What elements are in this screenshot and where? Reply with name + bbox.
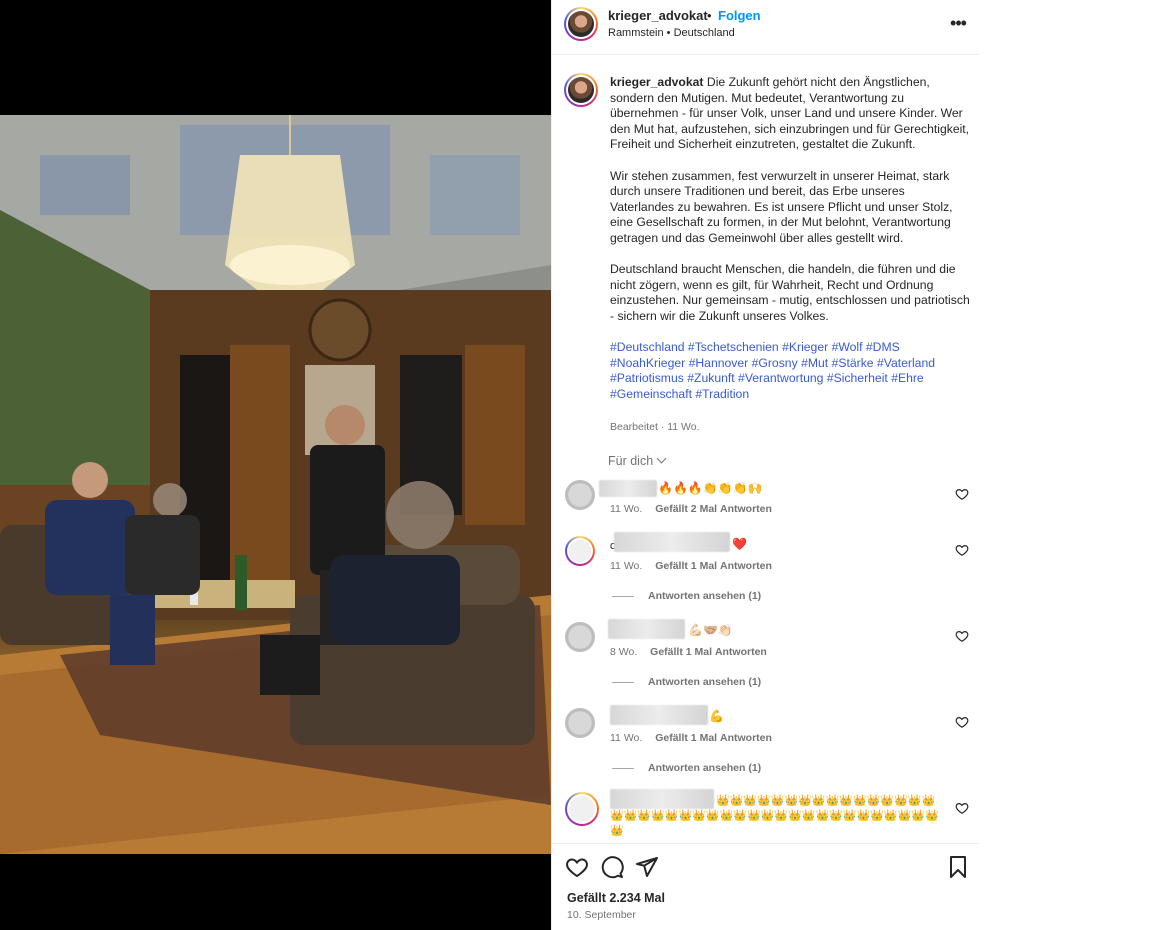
caption-username[interactable]: krieger_advokat xyxy=(610,75,704,89)
hashtag-link[interactable]: #Zukunft xyxy=(687,371,734,385)
save-bookmark-icon[interactable] xyxy=(946,855,970,879)
hashtag-link[interactable]: #Hannover xyxy=(689,356,749,370)
comment-likes-count[interactable]: Gefällt 1 Mal xyxy=(650,646,712,658)
comment-likes-count[interactable]: Gefällt 1 Mal xyxy=(655,732,717,744)
like-heart-icon[interactable] xyxy=(565,855,589,879)
hashtag-link[interactable]: #Vaterland xyxy=(877,356,935,370)
hashtag-link[interactable]: #Deutschland xyxy=(610,340,685,354)
view-replies-link[interactable]: Antworten ansehen (1) xyxy=(612,762,761,774)
blurred-username xyxy=(608,619,685,639)
view-replies-link[interactable]: Antworten ansehen (1) xyxy=(612,676,761,688)
reply-button[interactable]: Antworten xyxy=(720,503,772,515)
comment-time: 11 Wo. xyxy=(610,560,643,572)
view-replies-label: Antworten ansehen (1) xyxy=(648,762,762,774)
commenter-avatar[interactable] xyxy=(565,792,599,826)
comment-time: 8 Wo. xyxy=(610,646,638,658)
hashtag-link[interactable]: #Patriotismus xyxy=(610,371,684,385)
photo-illustration xyxy=(0,115,551,854)
hashtag-link[interactable]: #Wolf xyxy=(832,340,863,354)
hashtag-link[interactable]: #Grosny xyxy=(752,356,798,370)
commenter-avatar[interactable] xyxy=(565,622,595,652)
hashtag-link[interactable]: #Tschetschenien xyxy=(688,340,779,354)
caption-hashtags: #Deutschland #Tschetschenien #Krieger #W… xyxy=(610,340,970,402)
hashtag-link[interactable]: #DMS xyxy=(866,340,900,354)
follow-button[interactable]: Folgen xyxy=(718,8,761,23)
reply-button[interactable]: Antworten xyxy=(720,732,772,744)
commenter-avatar[interactable] xyxy=(565,708,595,738)
post-likes-count[interactable]: Gefällt 2.234 Mal xyxy=(567,891,665,905)
comment-meta: 8 Wo. Gefällt 1 Mal Antworten xyxy=(610,646,767,658)
post-caption: krieger_advokat Die Zukunft gehört nicht… xyxy=(610,75,970,418)
like-comment-heart-icon[interactable] xyxy=(955,487,969,501)
comment-meta: 11 Wo. Gefällt 1 Mal Antworten xyxy=(610,732,772,744)
post-photo[interactable] xyxy=(0,115,551,854)
comment-time: 11 Wo. xyxy=(610,503,643,515)
post-header: krieger_advokat • Folgen Rammstein • Deu… xyxy=(552,0,980,55)
like-comment-heart-icon[interactable] xyxy=(955,629,969,643)
like-comment-heart-icon[interactable] xyxy=(955,715,969,729)
blurred-username xyxy=(614,532,730,552)
post-date: 10. September xyxy=(567,909,636,921)
view-replies-link[interactable]: Antworten ansehen (1) xyxy=(612,590,761,602)
comment-text: 👑👑👑👑👑👑👑👑👑👑👑👑👑👑👑👑👑👑👑👑👑👑👑👑👑👑👑👑👑👑👑👑👑👑👑👑👑👑👑👑… xyxy=(610,795,939,837)
blurred-username xyxy=(610,705,708,725)
header-separator: • xyxy=(707,8,712,23)
view-replies-label: Antworten ansehen (1) xyxy=(648,676,762,688)
replies-divider xyxy=(612,767,634,769)
caption-paragraph-2: Wir stehen zusammen, fest verwurzelt in … xyxy=(610,168,953,245)
caption-edited-time: Bearbeitet · 11 Wo. xyxy=(610,421,700,433)
replies-divider xyxy=(612,681,634,683)
hashtag-link[interactable]: #Krieger xyxy=(782,340,828,354)
blurred-username xyxy=(599,480,657,497)
hashtag-link[interactable]: #Mut xyxy=(801,356,828,370)
post-location[interactable]: Rammstein • Deutschland xyxy=(608,27,735,39)
post-media xyxy=(0,0,551,930)
like-comment-heart-icon[interactable] xyxy=(955,543,969,557)
post-side-panel: krieger_advokat • Folgen Rammstein • Deu… xyxy=(551,0,980,930)
comments-filter-dropdown[interactable]: Für dich xyxy=(608,453,667,468)
hashtag-link[interactable]: #Stärke xyxy=(832,356,874,370)
reply-button[interactable]: Antworten xyxy=(720,560,772,572)
comment-text: 💪🏻🤝🏼👏🏻 xyxy=(688,623,733,637)
replies-divider xyxy=(612,595,634,597)
comment-time: 11 Wo. xyxy=(610,732,643,744)
view-replies-label: Antworten ansehen (1) xyxy=(648,590,762,602)
comment-text: 💪 xyxy=(709,709,724,723)
more-options-icon[interactable]: ••• xyxy=(947,12,969,34)
reply-button[interactable]: Antworten xyxy=(715,646,767,658)
comment-bubble-icon[interactable] xyxy=(600,855,624,879)
page-background xyxy=(979,0,1160,930)
chevron-down-icon xyxy=(656,453,667,464)
author-avatar[interactable] xyxy=(564,7,598,41)
post-actions-bar: Gefällt 2.234 Mal 10. September xyxy=(552,843,980,930)
comment-likes-count[interactable]: Gefällt 1 Mal xyxy=(655,560,717,572)
like-comment-heart-icon[interactable] xyxy=(955,801,969,815)
comment-meta: 11 Wo. Gefällt 1 Mal Antworten xyxy=(610,560,772,572)
comment-text: ❤️ xyxy=(732,537,747,551)
hashtag-link[interactable]: #Sicherheit xyxy=(827,371,888,385)
hashtag-link[interactable]: #Ehre xyxy=(891,371,924,385)
hashtag-link[interactable]: #Verantwortung xyxy=(738,371,823,385)
caption-paragraph-3: Deutschland braucht Menschen, die handel… xyxy=(610,262,970,323)
comments-filter-label: Für dich xyxy=(608,454,654,468)
commenter-avatar[interactable] xyxy=(565,536,595,566)
caption-author-avatar[interactable] xyxy=(564,73,598,107)
author-username[interactable]: krieger_advokat xyxy=(608,8,708,23)
comment-likes-count[interactable]: Gefällt 2 Mal xyxy=(655,503,717,515)
comment-meta: 11 Wo. Gefällt 2 Mal Antworten xyxy=(610,503,772,515)
commenter-avatar[interactable] xyxy=(565,480,595,510)
hashtag-link[interactable]: #Tradition xyxy=(695,387,749,401)
instagram-post-view: krieger_advokat • Folgen Rammstein • Deu… xyxy=(0,0,1160,930)
hashtag-link[interactable]: #Gemeinschaft xyxy=(610,387,692,401)
share-paper-plane-icon[interactable] xyxy=(635,855,659,879)
hashtag-link[interactable]: #NoahKrieger xyxy=(610,356,685,370)
comment-text: 🔥🔥🔥👏👏👏🙌 xyxy=(658,481,763,495)
